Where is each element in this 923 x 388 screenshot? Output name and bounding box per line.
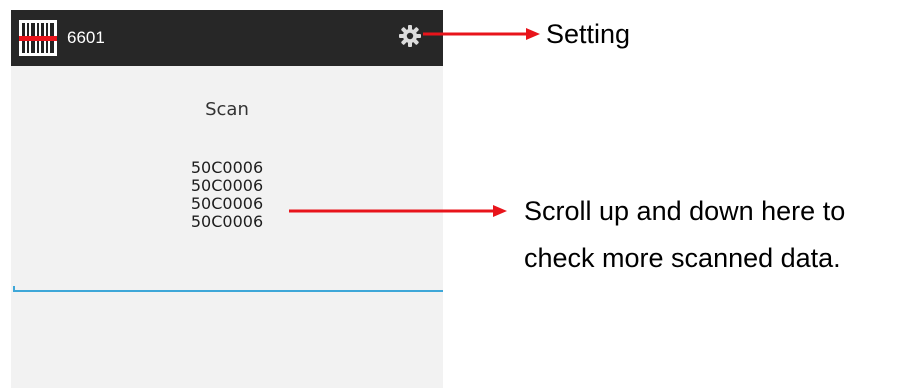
annotation-arrows	[289, 28, 540, 217]
setting-callout: Setting	[546, 19, 631, 49]
setting-arrow	[423, 28, 540, 40]
scroll-hint-line-2: check more scanned data.	[524, 243, 841, 273]
scroll-arrow	[289, 205, 507, 217]
scroll-hint-line-1: Scroll up and down here to	[524, 196, 846, 226]
